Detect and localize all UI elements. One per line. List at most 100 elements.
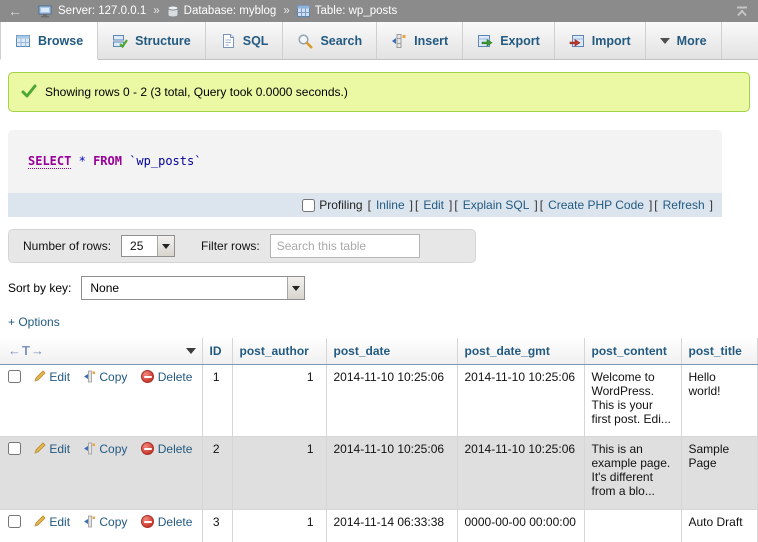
profiling-label: Profiling: [302, 198, 362, 212]
copy-row-link[interactable]: Copy: [99, 442, 127, 456]
database-icon: [167, 5, 179, 18]
sql-keyword-select: SELECT: [28, 154, 71, 169]
options-link[interactable]: + Options: [8, 315, 60, 329]
table-row: Edit Copy Delete 2 1 2014-11-10 10:25:06…: [0, 436, 757, 509]
sql-keyword-from: FROM: [93, 154, 122, 168]
tab-sql[interactable]: SQL: [206, 22, 284, 59]
profiling-checkbox[interactable]: [302, 199, 315, 212]
bracket: [: [368, 198, 371, 212]
breadcrumb-separator: »: [153, 5, 159, 17]
column-header-post-title[interactable]: post_title: [681, 338, 757, 364]
sort-by-key-value: None: [82, 277, 287, 299]
cell-id: 3: [202, 509, 232, 542]
table-row: Edit Copy Delete 3 1 2014-11-14 06:33:38…: [0, 509, 757, 542]
filter-rows-input[interactable]: [270, 234, 420, 258]
sql-query: SELECT * FROM `wp_posts`: [8, 130, 722, 193]
tab-browse[interactable]: Browse: [0, 22, 98, 60]
cell-post-date: 2014-11-10 10:25:06: [326, 436, 457, 509]
header-row: ←T→ ID post_author post_date post_date_g…: [0, 338, 757, 364]
column-header-post-date-gmt[interactable]: post_date_gmt: [457, 338, 584, 364]
success-check-icon: [21, 84, 37, 101]
row-checkbox[interactable]: [8, 370, 21, 383]
import-icon: [569, 33, 585, 49]
tab-label: Export: [500, 34, 540, 48]
chevron-down-icon: [660, 38, 670, 44]
tab-structure[interactable]: Structure: [98, 22, 206, 59]
breadcrumb-separator: »: [283, 5, 289, 17]
row-checkbox[interactable]: [8, 515, 21, 528]
cell-post-content: This is an example page. It's different …: [584, 436, 681, 509]
bracket: ]: [410, 198, 413, 212]
copy-icon: [83, 442, 96, 458]
breadcrumb-table[interactable]: Table: wp_posts: [315, 5, 397, 17]
actions-header: ←T→: [0, 338, 202, 364]
back-arrow-icon[interactable]: ←: [8, 3, 30, 19]
bracket: [: [540, 198, 543, 212]
tab-export[interactable]: Export: [463, 22, 555, 59]
results-table: ←T→ ID post_author post_date post_date_g…: [0, 338, 758, 542]
number-of-rows-select[interactable]: 25: [121, 235, 175, 257]
delete-row-link[interactable]: Delete: [158, 515, 193, 529]
tab-label: SQL: [243, 34, 269, 48]
insert-icon: [391, 33, 407, 49]
cell-post-content: Welcome to WordPress. This is your first…: [584, 364, 681, 436]
with-selected-dropdown-icon[interactable]: [186, 348, 196, 354]
pencil-icon: [33, 442, 46, 458]
tab-import[interactable]: Import: [555, 22, 646, 59]
edit-query-link[interactable]: Edit: [423, 198, 444, 212]
tab-insert[interactable]: Insert: [377, 22, 463, 59]
tab-more[interactable]: More: [646, 22, 722, 59]
edit-row-link[interactable]: Edit: [49, 515, 70, 529]
dropdown-arrow-icon: [287, 277, 304, 299]
bracket: [: [454, 198, 457, 212]
column-header-post-content[interactable]: post_content: [584, 338, 681, 364]
table-row: Edit Copy Delete 1 1 2014-11-10 10:25:06…: [0, 364, 757, 436]
create-php-code-link[interactable]: Create PHP Code: [548, 198, 644, 212]
edit-row-link[interactable]: Edit: [49, 442, 70, 456]
pencil-icon: [33, 515, 46, 531]
row-checkbox[interactable]: [8, 442, 21, 455]
export-icon: [477, 33, 493, 49]
column-header-post-date[interactable]: post_date: [326, 338, 457, 364]
cell-post-author: 1: [232, 509, 326, 542]
sort-by-key-select[interactable]: None: [81, 276, 305, 300]
cell-post-date: 2014-11-14 06:33:38: [326, 509, 457, 542]
collapse-panel-icon[interactable]: [734, 5, 750, 18]
cell-post-date-gmt: 0000-00-00 00:00:00: [457, 509, 584, 542]
column-nav-icon[interactable]: ←T→: [8, 343, 45, 358]
sql-table-name: `wp_posts`: [129, 154, 201, 168]
breadcrumb-database[interactable]: Database: myblog: [184, 5, 277, 17]
breadcrumb-server[interactable]: Server: 127.0.0.1: [58, 5, 146, 17]
search-icon: [297, 33, 313, 49]
tab-bar: Browse Structure SQL Search Insert Expor…: [0, 22, 758, 60]
bracket: ]: [649, 198, 652, 212]
column-header-post-author[interactable]: post_author: [232, 338, 326, 364]
copy-row-link[interactable]: Copy: [99, 370, 127, 384]
bracket: ]: [534, 198, 537, 212]
status-message: Showing rows 0 - 2 (3 total, Query took …: [8, 72, 750, 112]
tab-label: Search: [320, 34, 362, 48]
refresh-link[interactable]: Refresh: [663, 198, 705, 212]
bracket: ]: [449, 198, 452, 212]
copy-row-link[interactable]: Copy: [99, 515, 127, 529]
inline-link[interactable]: Inline: [376, 198, 405, 212]
delete-row-link[interactable]: Delete: [158, 370, 193, 384]
cell-post-date-gmt: 2014-11-10 10:25:06: [457, 436, 584, 509]
row-actions: Edit Copy Delete: [0, 364, 202, 436]
server-icon: [38, 5, 53, 18]
column-header-id[interactable]: ID: [202, 338, 232, 364]
tab-label: Browse: [38, 34, 83, 48]
bracket: [: [654, 198, 657, 212]
cell-post-title: Hello world!: [681, 364, 757, 436]
tab-search[interactable]: Search: [283, 22, 377, 59]
explain-sql-link[interactable]: Explain SQL: [463, 198, 530, 212]
rows-control-bar: Number of rows: 25 Filter rows:: [8, 229, 476, 263]
delete-row-link[interactable]: Delete: [158, 442, 193, 456]
sql-icon: [220, 33, 236, 49]
dropdown-arrow-icon: [157, 236, 174, 256]
cell-id: 1: [202, 364, 232, 436]
table-icon: [297, 5, 310, 17]
query-toolbar: Profiling [ Inline ] [ Edit ] [ Explain …: [8, 193, 722, 217]
edit-row-link[interactable]: Edit: [49, 370, 70, 384]
query-panel: SELECT * FROM `wp_posts` Profiling [ Inl…: [8, 130, 722, 217]
